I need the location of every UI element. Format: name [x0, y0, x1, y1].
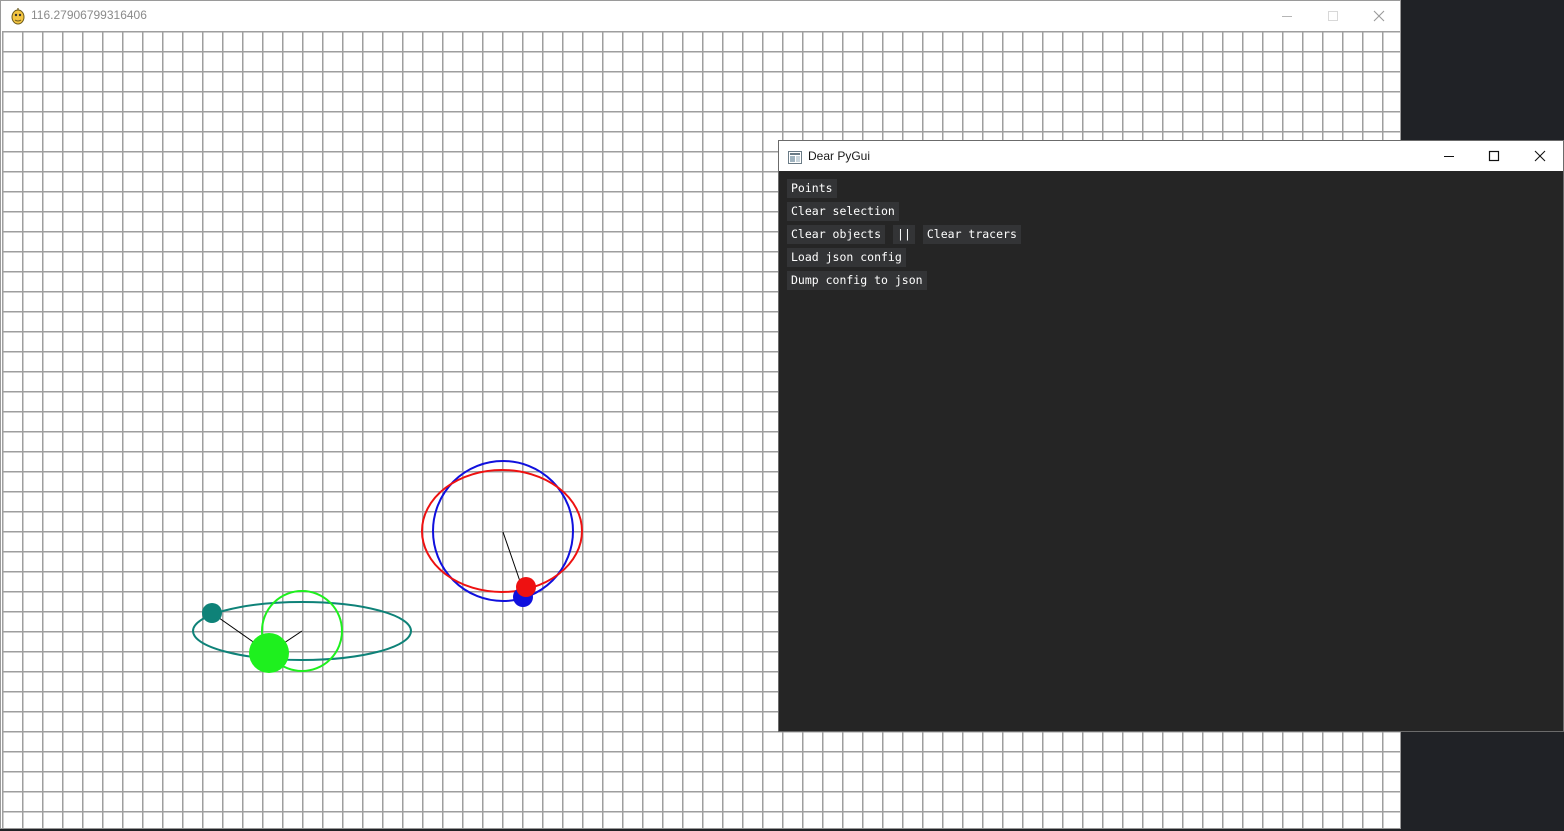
button-row: Dump config to json [787, 271, 1029, 290]
simulation-window-title: 116.27906799316406 [31, 8, 147, 22]
pygame-snake-icon [9, 7, 27, 25]
pause-button[interactable]: || [893, 225, 915, 244]
red-body [516, 577, 536, 597]
green-body [249, 633, 289, 673]
points-button[interactable]: Points [787, 179, 837, 198]
minimize-icon[interactable] [1426, 141, 1472, 171]
button-row: Load json config [787, 248, 1029, 267]
clear-objects-button[interactable]: Clear objects [787, 225, 886, 244]
dump-config-to-json-button[interactable]: Dump config to json [787, 271, 927, 290]
close-icon[interactable] [1517, 141, 1563, 171]
button-row: Points [787, 179, 1029, 198]
simulation-titlebar[interactable]: 116.27906799316406 [1, 1, 1400, 31]
dear-pygui-app-icon [788, 149, 802, 164]
load-json-config-button[interactable]: Load json config [787, 248, 906, 267]
close-icon[interactable] [1356, 1, 1402, 31]
button-row: Clear selection [787, 202, 1029, 221]
maximize-icon[interactable] [1310, 1, 1356, 31]
dear-pygui-window: Dear PyGui Points Clear selection Clear … [778, 140, 1564, 732]
teal-body [202, 603, 222, 623]
dear-pygui-titlebar[interactable]: Dear PyGui [779, 141, 1563, 171]
minimize-icon[interactable] [1264, 1, 1310, 31]
maximize-icon[interactable] [1471, 141, 1517, 171]
dear-pygui-window-title: Dear PyGui [808, 149, 871, 163]
clear-tracers-button[interactable]: Clear tracers [922, 225, 1021, 244]
clear-selection-button[interactable]: Clear selection [787, 202, 899, 221]
button-row: Clear objects || Clear tracers [787, 225, 1029, 244]
dear-pygui-content: Points Clear selection Clear objects || … [787, 179, 1029, 294]
